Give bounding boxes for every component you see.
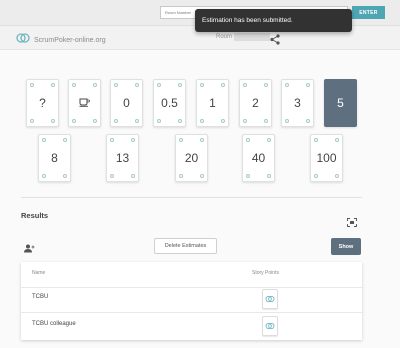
card-question[interactable]: ? bbox=[26, 79, 59, 127]
card-label: 3 bbox=[294, 96, 301, 110]
room-label: Room bbox=[216, 34, 233, 40]
results-title: Results bbox=[21, 211, 49, 220]
logo-icon bbox=[16, 31, 30, 49]
card-0[interactable]: 0 bbox=[110, 79, 143, 127]
card-label: 0.5 bbox=[161, 96, 178, 110]
card-3[interactable]: 3 bbox=[281, 79, 314, 127]
card-1[interactable]: 1 bbox=[196, 79, 229, 127]
card-40[interactable]: 40 bbox=[242, 134, 275, 182]
card-label: 40 bbox=[251, 151, 266, 165]
card-label: 0 bbox=[123, 96, 130, 110]
card-label: ? bbox=[39, 96, 46, 110]
card-2[interactable]: 2 bbox=[239, 79, 272, 127]
card-0-5[interactable]: 0.5 bbox=[153, 79, 186, 127]
divider bbox=[21, 197, 362, 198]
card-20[interactable]: 20 bbox=[175, 134, 208, 182]
card-13[interactable]: 13 bbox=[106, 134, 139, 182]
vote-card bbox=[262, 316, 278, 336]
room-id-field bbox=[234, 33, 270, 41]
logo[interactable]: ScrumPoker-online.org bbox=[16, 31, 106, 49]
logo-icon bbox=[265, 290, 275, 308]
card-label: 13 bbox=[115, 151, 130, 165]
card-coffee[interactable] bbox=[68, 79, 101, 127]
card-5-selected[interactable]: 5 bbox=[324, 79, 357, 127]
card-label: 1 bbox=[209, 96, 216, 110]
show-button[interactable]: Show bbox=[331, 238, 361, 255]
participant-name: TCBU bbox=[32, 294, 49, 300]
fullscreen-icon[interactable] bbox=[347, 214, 357, 232]
participant-name: TCBU colleague bbox=[32, 321, 76, 327]
card-8[interactable]: 8 bbox=[38, 134, 71, 182]
logo-icon bbox=[265, 317, 275, 335]
share-icon[interactable] bbox=[270, 32, 280, 50]
card-label: 2 bbox=[252, 96, 259, 110]
card-label: 100 bbox=[316, 151, 337, 165]
card-100[interactable]: 100 bbox=[310, 134, 343, 182]
coffee-icon bbox=[79, 96, 91, 110]
card-label: 8 bbox=[51, 151, 58, 165]
add-user-icon[interactable] bbox=[24, 240, 35, 258]
card-label: 5 bbox=[337, 96, 344, 110]
results-table: Name Story Points TCBU TCBU colleague bbox=[21, 262, 362, 340]
toast-notification: Estimation has been submitted. bbox=[195, 9, 352, 32]
card-label: 20 bbox=[184, 151, 199, 165]
delete-estimates-button[interactable]: Delete Estimates bbox=[154, 238, 217, 254]
column-header-story-points: Story Points bbox=[252, 270, 279, 276]
enter-button[interactable]: ENTER bbox=[352, 6, 385, 19]
logo-text: ScrumPoker-online.org bbox=[34, 36, 106, 44]
vote-card bbox=[262, 289, 278, 309]
column-header-name: Name bbox=[32, 270, 46, 276]
